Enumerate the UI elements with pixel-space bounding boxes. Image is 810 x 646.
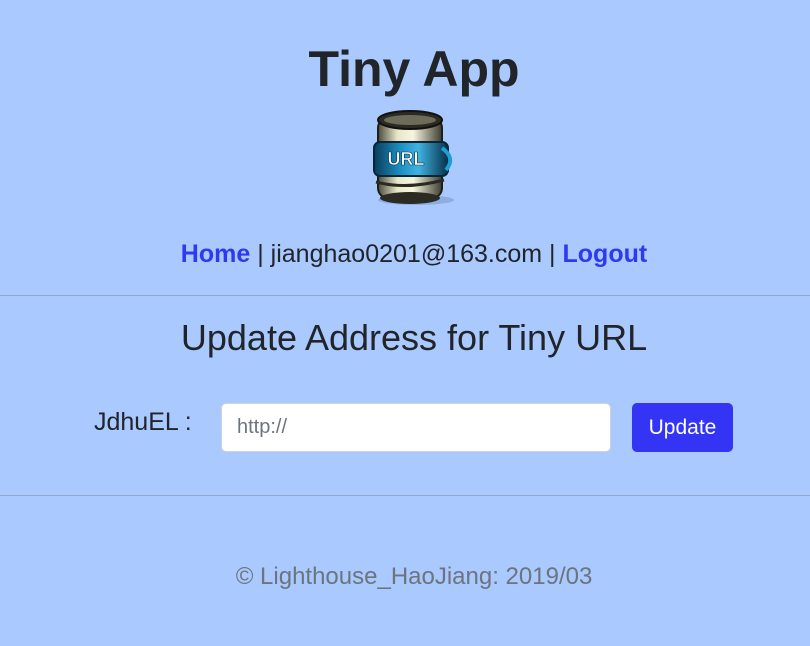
nav-separator: | <box>549 240 556 268</box>
top-nav: Home | jianghao0201@163.com | Logout <box>0 238 810 270</box>
long-url-input[interactable] <box>221 403 611 452</box>
footer-divider <box>0 495 810 496</box>
nav-separator: | <box>257 240 264 268</box>
user-email: jianghao0201@163.com <box>270 240 543 268</box>
url-barrel-icon: URL <box>373 110 454 205</box>
header-divider <box>0 295 810 296</box>
update-button[interactable]: Update <box>632 403 733 452</box>
logo-text: URL <box>388 149 425 169</box>
footer-copyright: © Lighthouse_HaoJiang: 2019/03 <box>235 563 593 590</box>
logout-link[interactable]: Logout <box>563 240 648 268</box>
home-link[interactable]: Home <box>181 240 250 268</box>
app-title: Tiny App <box>308 41 520 97</box>
short-url-label: JdhuEL : <box>94 408 192 436</box>
page-heading: Update Address for Tiny URL <box>180 317 648 358</box>
